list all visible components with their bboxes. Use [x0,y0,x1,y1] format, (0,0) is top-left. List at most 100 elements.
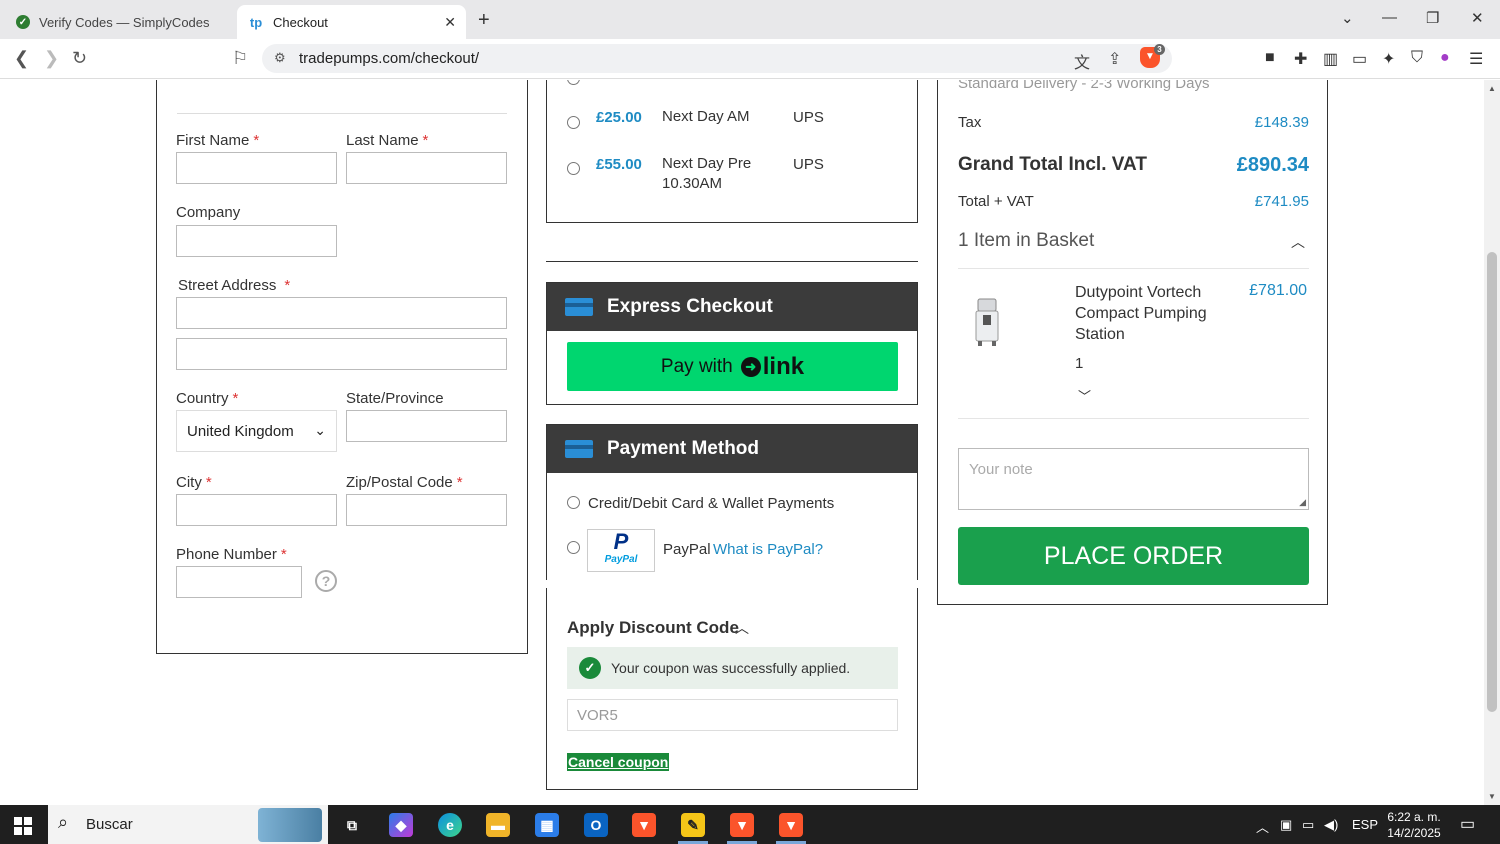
browser-toolbar: ❮ ❯ ↻ ⚐ ⚙ tradepumps.com/checkout/ 文 ⇪ ▼… [0,39,1500,79]
chevron-up-icon: ︿ [1291,234,1305,250]
product-name[interactable]: Dutypoint Vortech Compact Pumping Statio… [1075,282,1225,345]
credit-card-icon [565,440,593,458]
tab-title: Verify Codes — SimplyCodes [39,14,210,30]
task-view-icon[interactable]: ⧉ [340,813,364,837]
brave-window-icon[interactable]: ▼ [730,813,754,837]
shipping-radio-next-day-pre[interactable] [567,162,580,175]
paypal-radio[interactable] [567,541,580,554]
zip-input[interactable] [346,494,507,526]
extension-robot-icon[interactable]: ■ [1265,49,1275,67]
payment-method-panel: Payment Method Credit/Debit Card & Walle… [546,424,918,580]
shipping-price: £25.00 [596,109,642,126]
minimize-icon[interactable]: — [1382,9,1397,26]
divider [958,418,1309,419]
notifications-icon[interactable]: ▭ [1460,814,1475,834]
browser-tab-bar: ✓ Verify Codes — SimplyCodes tp Checkout… [0,0,1500,39]
network-icon[interactable]: ▭ [1302,817,1314,833]
city-label: City * [176,474,212,491]
basket-heading: 1 Item in Basket [958,230,1095,251]
card-payment-radio[interactable] [567,496,580,509]
link-arrow-icon: ➜ [740,356,761,377]
last-name-input[interactable] [346,152,507,184]
paypal-label: PayPal [663,541,711,558]
tab-checkout[interactable]: tp Checkout ✕ [237,5,466,39]
reload-icon[interactable]: ↻ [72,48,87,69]
close-tab-icon[interactable]: ✕ [444,14,456,31]
street-address-line2-input[interactable] [176,338,507,370]
checkout-page: First Name * Last Name * Company Street Ad… [0,80,1484,805]
address-bar[interactable]: ⚙ tradepumps.com/checkout/ 文 ⇪ ▼ 3 [262,44,1172,73]
tab-simplycodes[interactable]: ✓ Verify Codes — SimplyCodes [8,5,232,39]
brave-window-icon[interactable]: ▼ [779,813,803,837]
card-payment-label: Credit/Debit Card & Wallet Payments [588,495,835,512]
wallet-icon[interactable]: ▭ [1352,49,1367,69]
discount-title[interactable]: Apply Discount Code [567,618,739,638]
restore-icon[interactable]: ❐ [1426,9,1439,27]
cancel-coupon-button[interactable]: Cancel coupon [567,753,670,771]
share-icon[interactable]: ⇪ [1108,49,1121,69]
shipping-radio-partial[interactable] [567,80,580,85]
check-circle-icon: ✓ [579,657,601,679]
new-tab-icon[interactable]: + [478,9,490,32]
chevron-down-icon[interactable]: ﹀ [1078,386,1091,405]
product-image [975,298,999,346]
page-scrollbar[interactable]: ▲ ▼ [1484,80,1500,805]
first-name-label: First Name * [176,132,260,149]
brave-shields-icon[interactable]: ▼ 3 [1140,44,1165,68]
extensions-puzzle-icon[interactable]: ✚ [1294,49,1307,69]
scroll-up-arrow-icon[interactable]: ▲ [1488,84,1496,93]
file-explorer-icon[interactable]: ▬ [486,813,510,837]
resize-grip-icon[interactable]: ◢ [1299,497,1306,508]
help-question-icon[interactable]: ? [315,570,337,592]
phone-input[interactable] [176,566,302,598]
translate-icon[interactable]: 文 [1074,49,1090,73]
url-text[interactable]: tradepumps.com/checkout/ [299,50,479,67]
store-icon[interactable]: ▦ [535,813,559,837]
basket-toggle[interactable]: 1 Item in Basket ︿ [958,230,1309,252]
copilot-icon[interactable]: ◆ [389,813,413,837]
volume-icon[interactable]: ◀) [1324,817,1338,833]
city-input[interactable] [176,494,337,526]
menu-icon[interactable]: ☰ [1469,49,1483,69]
express-checkout-header: Express Checkout [547,283,917,331]
taskbar-search[interactable]: ⌕ Buscar [48,805,328,844]
grand-total-label: Grand Total Incl. VAT [958,154,1147,175]
leo-ai-icon[interactable]: ✦ [1382,49,1395,69]
scroll-thumb[interactable] [1487,252,1497,712]
tray-expand-icon[interactable]: ︿ [1256,817,1269,836]
edge-icon[interactable]: e [438,813,462,837]
company-input[interactable] [176,225,337,257]
notes-app-icon[interactable]: ✎ [681,813,705,837]
scroll-down-arrow-icon[interactable]: ▼ [1488,792,1496,801]
profile-avatar-icon[interactable]: ● [1440,49,1450,67]
close-window-icon[interactable]: ✕ [1471,9,1484,27]
tab-search-chevron-icon[interactable]: ⌄ [1341,9,1354,27]
taskbar-clock[interactable]: 6:22 a. m. 14/2/2025 [1372,809,1456,841]
link-button-prefix: Pay with [660,355,733,377]
total-vat-label: Total + VAT [958,193,1034,210]
shipping-radio-next-day-am[interactable] [567,116,580,129]
windows-start-icon[interactable] [14,817,32,835]
pay-with-link-button[interactable]: Pay with ➜ link [567,342,898,391]
place-order-button[interactable]: PLACE ORDER [958,527,1309,585]
discount-code-input[interactable]: VOR5 [567,699,898,731]
brave-icon[interactable]: ▼ [632,813,656,837]
forward-icon[interactable]: ❯ [44,48,59,69]
back-icon[interactable]: ❮ [14,48,29,69]
what-is-paypal-link[interactable]: What is PayPal? [713,541,823,558]
panel-title: Express Checkout [607,296,773,317]
site-settings-icon[interactable]: ⚙ [274,50,286,66]
outlook-icon[interactable]: O [584,813,608,837]
street-address-line1-input[interactable] [176,297,507,329]
sidebar-icon[interactable]: ▥ [1323,49,1338,69]
bookmark-icon[interactable]: ⚐ [232,48,248,69]
country-select[interactable]: United Kingdom ⌄ [176,410,337,452]
order-note-textarea[interactable]: Your note ◢ [958,448,1309,510]
chevron-up-icon[interactable]: ︿ [735,618,749,638]
divider [958,268,1309,269]
state-input[interactable] [346,410,507,442]
vpn-shield-icon[interactable]: ⛉ [1411,49,1423,67]
tray-device-icon[interactable]: ▣ [1280,817,1292,833]
first-name-input[interactable] [176,152,337,184]
zip-label: Zip/Postal Code * [346,474,463,491]
